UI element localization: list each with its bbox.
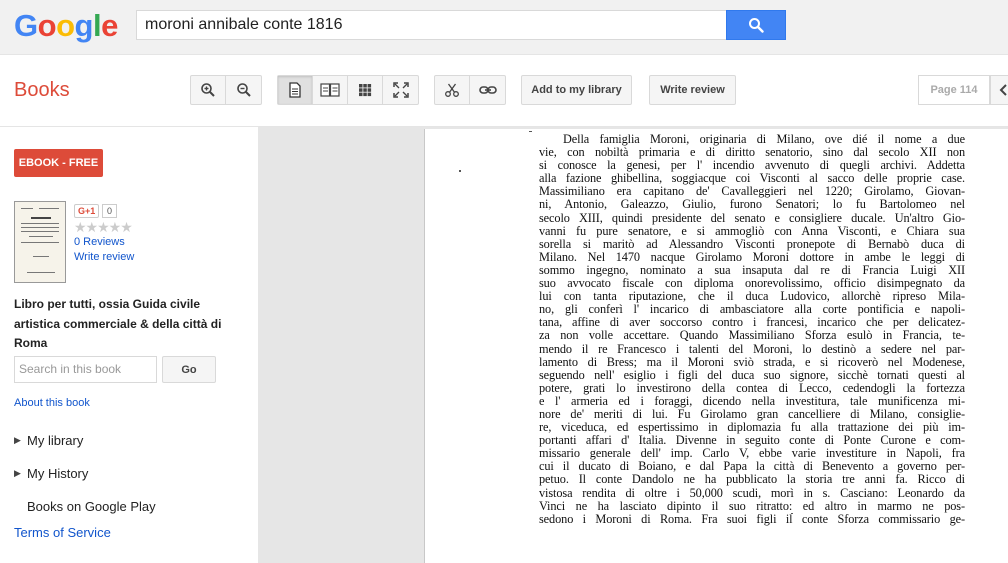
page-text-line: ni, Antonio, Galeazzo, Giulio, furono Se… [539,197,965,212]
books-toolbar: Books Add to my library Write review Pag… [0,55,1008,127]
chevron-left-icon [999,84,1007,96]
page-text-line: vistosa rendita di oltre i 50,000 scudi,… [539,485,965,500]
page-text-line: seguendo nell' esiglio i figli del duca … [539,367,965,382]
google-plus-one-button[interactable]: G+1 [74,204,100,218]
zoom-in-button[interactable] [191,76,226,104]
page-scan-text: Della famiglia Moroni, originaria di Mil… [539,132,965,526]
write-review-button[interactable]: Write review [649,75,736,105]
page-text-line: vanni fu pure senatore, e si ammogliò co… [539,223,965,238]
star-rating[interactable]: ★★★★★ [74,219,133,236]
page-text-line: e l' armeria ed i foraggi, dicendo nella… [539,393,965,408]
previous-page-button[interactable] [990,75,1008,105]
zoom-in-icon [201,83,215,97]
logo-letter: g [74,8,94,43]
search-button[interactable] [726,10,786,40]
sidebar-item-books-on-google-play[interactable]: Books on Google Play [14,499,156,514]
logo-letter: e [101,8,118,43]
search-in-book-input[interactable]: Search in this book [14,356,157,383]
page-indicator[interactable]: Page 114 [918,75,990,105]
search-icon [749,18,764,33]
go-button[interactable]: Go [162,356,216,383]
zoom-out-icon [236,83,251,97]
section-title[interactable]: Books [14,79,70,102]
book-page[interactable]: Della famiglia Moroni, originaria di Mil… [424,129,1008,563]
book-viewer[interactable]: Della famiglia Moroni, originaria di Mil… [258,127,1008,563]
page-text-line: za non volle accettare. Quando Massimili… [539,328,965,343]
page-text-line: Vinci ne ha lasciato dipinto il suo ritr… [539,498,965,513]
terms-of-service-link[interactable]: Terms of Service [14,525,111,540]
page-text-line: sedono i Moroni di Roma. Fra suoi figli … [539,511,965,526]
page-text-line: Milano. Nel 1470 nacque Girolamo Moroni … [539,249,965,264]
logo-letter: o [37,8,57,43]
link-button[interactable] [470,76,505,104]
sidebar-item-my-history[interactable]: ▶ My History [14,466,88,481]
view-mode-controls [277,75,419,105]
page-text-line: sorella si maritò ad Alessandro Visconti… [539,236,965,251]
write-review-link[interactable]: Write review [74,251,134,263]
search-input[interactable]: moroni annibale conte 1816 [136,10,726,40]
two-page-view-button[interactable] [313,76,348,104]
scissors-icon [445,83,459,97]
sidebar: EBOOK - FREE G+1 0 ★★★★★ 0 Reviews Write… [0,127,258,563]
thumbnail-grid-icon [359,84,372,97]
page-text-line: mendo il re Francesco i talenti del Moro… [539,341,965,356]
triangle-right-icon: ▶ [14,435,21,445]
thumbnail-view-button[interactable] [348,76,383,104]
book-title: Libro per tutti, ossia Guida civile arti… [14,297,222,350]
sidebar-item-label: Books on Google Play [27,499,156,514]
page-text-line: potere, grati lo investirono della conte… [539,380,965,395]
fullscreen-button[interactable] [383,76,418,104]
clip-button[interactable] [435,76,470,104]
sidebar-item-label: My History [27,466,89,481]
about-this-book-link[interactable]: About this book [14,397,90,409]
ebook-free-button[interactable]: EBOOK - FREE [14,149,103,177]
zoom-controls [190,75,262,105]
zoom-out-button[interactable] [226,76,261,104]
two-page-icon [320,83,340,97]
add-to-library-button[interactable]: Add to my library [521,75,632,105]
google-logo[interactable]: Google [14,8,118,44]
sidebar-item-my-library[interactable]: ▶ My library [14,433,83,448]
single-page-icon [289,82,301,98]
top-search-bar: Google moroni annibale conte 1816 [0,0,1008,55]
reviews-link[interactable]: 0 Reviews [74,236,125,248]
sidebar-item-label: My library [27,433,84,448]
triangle-right-icon: ▶ [14,468,21,478]
plus-one-count: 0 [102,204,118,218]
logo-letter: G [14,8,38,43]
single-page-view-button[interactable] [278,76,313,104]
page-text-line: petuo. Il conte Dandolo ne ha pubblicato… [539,472,965,487]
link-icon [478,86,497,94]
logo-letter: o [56,8,75,43]
clip-link-controls [434,75,506,105]
page-text-line: secolo XIII, quindi presidente del senat… [539,210,965,225]
fullscreen-icon [392,82,409,98]
book-cover-thumbnail[interactable] [14,201,66,283]
page-text-line: lamento di Bress; ma il Moroni sviò stra… [539,354,965,369]
logo-letter: l [92,8,102,43]
